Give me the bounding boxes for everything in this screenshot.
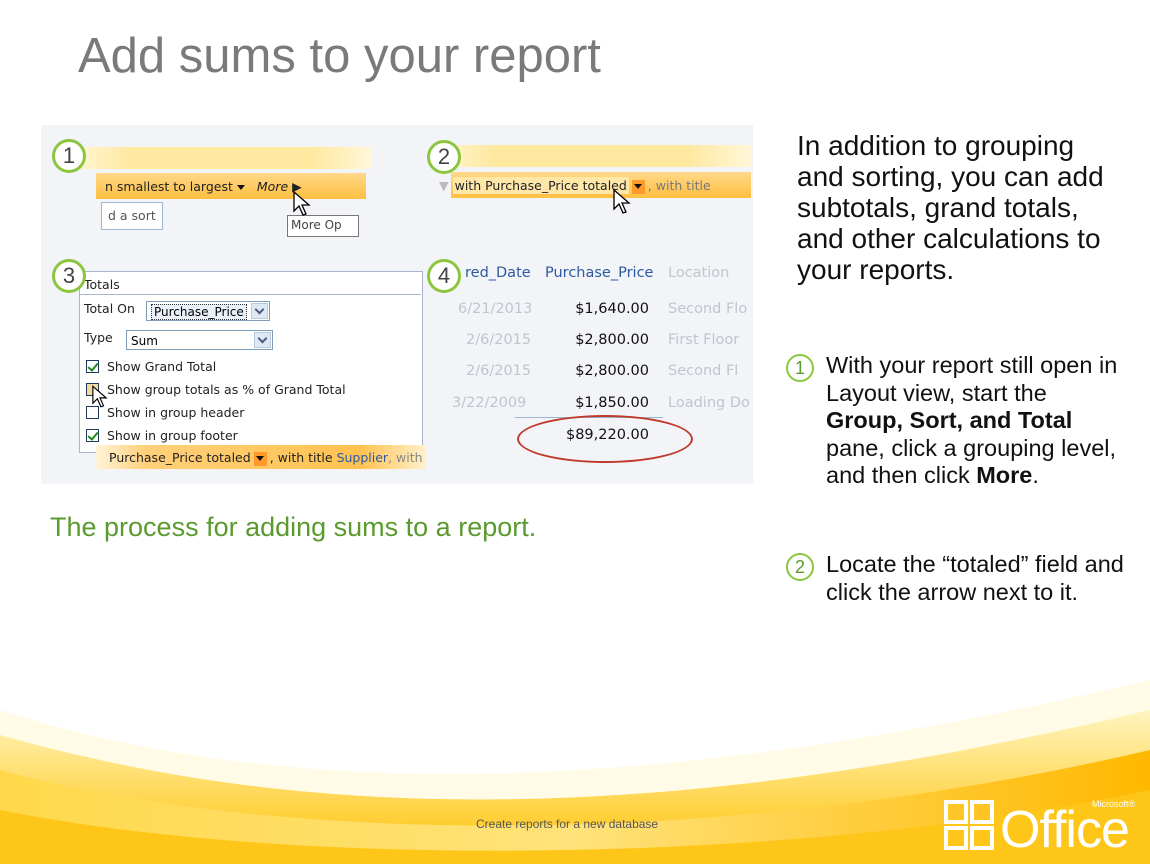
totaled-dropdown-arrow-icon[interactable] <box>631 179 645 194</box>
intro-paragraph: In addition to grouping and sorting, you… <box>797 130 1104 285</box>
table-cell-date: 2/6/2015 <box>466 332 532 348</box>
sort-order-text: n smallest to largest <box>105 179 233 194</box>
chevron-down-icon[interactable] <box>251 303 268 319</box>
table-cell-price: $1,640.00 <box>575 301 649 317</box>
office-logo-icon <box>944 800 994 850</box>
figure-caption: The process for adding sums to a report. <box>50 512 537 542</box>
office-logo-microsoft: Microsoft® <box>1092 799 1136 809</box>
step-badge-2: 2 <box>427 140 461 174</box>
totaled-dropdown-arrow-icon[interactable] <box>253 451 267 466</box>
step-badge-3: 3 <box>52 259 86 293</box>
totaled-field-text: with Purchase_Price totaled <box>452 177 629 194</box>
table-cell-date: 6/21/2013 <box>458 301 533 317</box>
table-cell-date: 2/6/2015 <box>466 363 532 379</box>
sort-dropdown-arrow-icon[interactable] <box>236 185 245 190</box>
show-grand-total-checkbox[interactable] <box>86 360 99 373</box>
add-sort-button[interactable]: d a sort <box>101 202 163 230</box>
type-select[interactable]: Sum <box>126 330 273 350</box>
table-cell-location: Loading Do <box>668 395 750 411</box>
step-number-1: 1 <box>786 354 814 382</box>
column-header-date: red_Date <box>465 265 531 281</box>
table-cell-price: $1,850.00 <box>575 395 649 411</box>
table-cell-location: Second Flo <box>668 301 748 317</box>
step-badge-4: 4 <box>427 259 461 293</box>
table-cell-location: Second Fl <box>668 363 739 379</box>
process-screenshot-collage: n smallest to largest More ▶ d a sort Mo… <box>41 125 753 484</box>
more-link[interactable]: More <box>257 179 288 194</box>
table-cell-location: First Floor <box>668 332 740 348</box>
chevron-down-icon[interactable] <box>254 332 271 348</box>
type-label: Type <box>84 330 113 345</box>
column-header-location: Location <box>668 265 730 281</box>
step-2: 2 Locate the “totaled” field and click t… <box>786 551 1126 606</box>
total-on-select[interactable]: Purchase_Price <box>146 301 270 321</box>
table-cell-price: $2,800.00 <box>575 363 649 379</box>
total-on-label: Total On <box>84 301 135 316</box>
totals-header: Totals <box>84 277 120 292</box>
step-number-2: 2 <box>786 553 814 581</box>
step-1: 1 With your report still open in Layout … <box>786 352 1126 490</box>
tooltip: More Op <box>287 215 359 237</box>
office-logo-text: Office <box>1000 801 1130 859</box>
slide-title: Add sums to your report <box>78 29 601 83</box>
highlight-ellipse <box>517 415 693 463</box>
show-in-group-footer-checkbox[interactable] <box>86 429 99 442</box>
table-cell-price: $2,800.00 <box>575 332 649 348</box>
table-cell-date: 3/22/2009 <box>452 395 527 411</box>
footer-text: Create reports for a new database <box>476 817 659 831</box>
step-badge-1: 1 <box>52 139 86 173</box>
column-header-price: Purchase_Price <box>545 265 654 281</box>
